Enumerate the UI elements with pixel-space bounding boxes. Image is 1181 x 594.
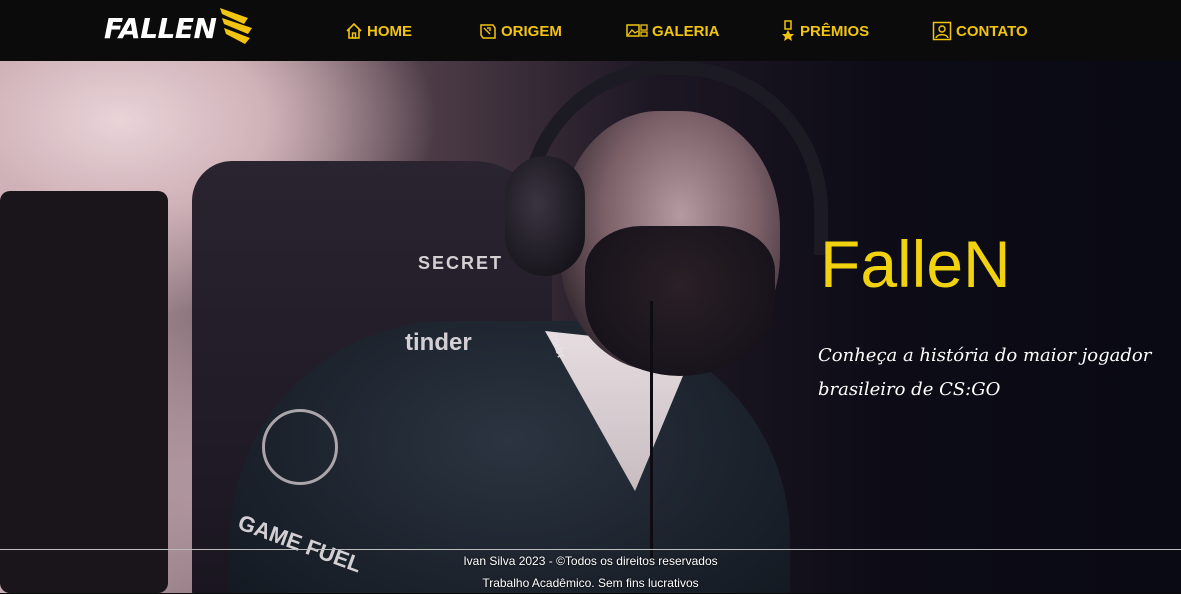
nav-contato-label: CONTATO <box>956 22 1028 40</box>
background-monitor <box>0 191 168 593</box>
chair-brand-text: SECRET <box>418 253 504 273</box>
footer-disclaimer: Trabalho Acadêmico. Sem fins lucrativos <box>482 576 699 590</box>
hero-title: FalleN <box>820 227 1011 301</box>
nav-home-label: HOME <box>367 22 412 40</box>
jersey-sponsor-text: tinder <box>405 329 472 356</box>
footer: Ivan Silva 2023 - ©Todos os direitos res… <box>0 549 1181 594</box>
contact-icon <box>932 21 952 41</box>
headset-cable <box>650 301 653 561</box>
medal-icon <box>782 20 794 41</box>
nav-origem-label: ORIGEM <box>501 22 562 40</box>
nav-premios[interactable]: PRÊMIOS <box>780 17 869 45</box>
navbar: FALLEN HOME ORIGEM GALERIA PRÊMIOS CONTA… <box>0 0 1181 61</box>
nav-home[interactable]: HOME <box>345 17 412 45</box>
nav-origem[interactable]: ORIGEM <box>479 17 562 45</box>
footer-copyright: Ivan Silva 2023 - ©Todos os direitos res… <box>463 554 718 568</box>
origin-icon <box>480 24 496 39</box>
hero-subtitle: Conheça a história do maior jogador bras… <box>818 345 1152 400</box>
logo-text: FALLEN <box>104 11 217 45</box>
wings-logo-icon <box>220 8 253 44</box>
home-icon <box>346 22 362 39</box>
nav-galeria-label: GALERIA <box>652 22 720 40</box>
site-logo[interactable]: FALLEN <box>104 6 254 50</box>
headphone-earcup <box>505 156 585 276</box>
nav-contato[interactable]: CONTATO <box>932 17 1028 45</box>
gallery-icon <box>626 24 648 37</box>
nav-galeria[interactable]: GALERIA <box>626 17 720 45</box>
hero-section: SECRET tinder mibr GAME FUEL FalleN Conh… <box>0 61 1181 593</box>
nav-premios-label: PRÊMIOS <box>800 22 870 40</box>
jersey-badge <box>262 409 338 485</box>
